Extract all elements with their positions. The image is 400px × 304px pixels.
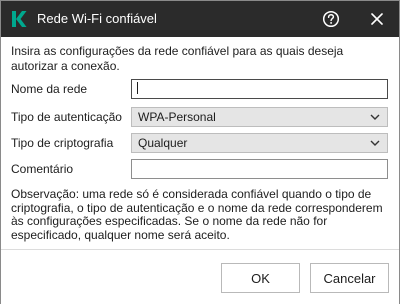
network-name-label: Nome da rede xyxy=(11,82,88,96)
dialog-footer: OK Cancelar xyxy=(1,249,399,304)
title-bar: Rede Wi-Fi confiável xyxy=(1,1,399,37)
trusted-wifi-dialog: Rede Wi-Fi confiável Insira as configura… xyxy=(0,0,400,304)
chevron-down-icon xyxy=(369,137,381,149)
help-question-icon xyxy=(322,10,340,28)
comment-label: Comentário xyxy=(11,162,74,176)
window-title: Rede Wi-Fi confiável xyxy=(37,11,157,26)
close-button[interactable] xyxy=(365,7,389,31)
auth-type-value: WPA-Personal xyxy=(138,110,216,124)
encryption-type-select[interactable]: Qualquer xyxy=(131,133,388,153)
ok-button[interactable]: OK xyxy=(221,263,300,293)
help-button[interactable] xyxy=(319,7,343,31)
close-x-icon xyxy=(371,13,383,25)
text-cursor xyxy=(137,82,138,94)
auth-type-label: Tipo de autenticação xyxy=(11,110,122,124)
comment-input[interactable] xyxy=(131,159,388,179)
network-name-input[interactable] xyxy=(131,79,388,99)
intro-text: Insira as configurações da rede confiáve… xyxy=(11,44,344,73)
kaspersky-logo-icon xyxy=(12,11,27,27)
encryption-type-value: Qualquer xyxy=(138,136,188,150)
cancel-button[interactable]: Cancelar xyxy=(310,263,389,293)
chevron-down-icon xyxy=(369,111,381,123)
encryption-type-label: Tipo de criptografia xyxy=(11,136,114,150)
note-text: Observação: uma rede só é considerada co… xyxy=(11,187,383,242)
auth-type-select[interactable]: WPA-Personal xyxy=(131,107,388,127)
